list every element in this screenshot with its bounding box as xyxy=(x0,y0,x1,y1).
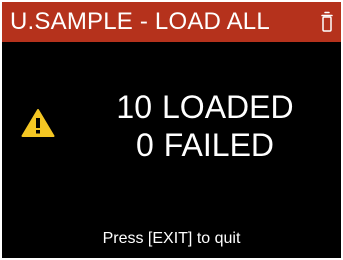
loaded-count-line: 10 LOADED xyxy=(100,89,310,125)
failed-label: FAILED xyxy=(163,127,275,163)
screen-title: U.SAMPLE - LOAD ALL xyxy=(10,8,270,35)
title-bar: U.SAMPLE - LOAD ALL xyxy=(2,2,341,42)
device-screen: U.SAMPLE - LOAD ALL 10 LOADED 0 FAILED Pre… xyxy=(2,2,341,258)
loaded-label: LOADED xyxy=(162,89,294,125)
loaded-count: 10 xyxy=(116,89,152,125)
warning-icon xyxy=(21,109,55,137)
trash-icon xyxy=(321,11,333,32)
failed-count: 0 xyxy=(135,127,154,163)
exit-hint: Press [EXIT] to quit xyxy=(102,230,241,247)
failed-count-line: 0 FAILED xyxy=(100,127,310,163)
